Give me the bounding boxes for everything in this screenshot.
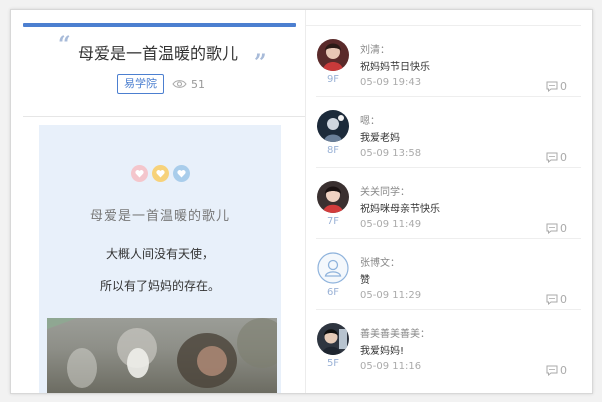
avatar[interactable] — [317, 110, 349, 142]
card-title: 母爱是一首温暖的歌儿 — [89, 209, 230, 224]
reply-button[interactable]: 0 — [546, 293, 567, 306]
category-tag[interactable]: 易学院 — [117, 74, 164, 94]
commenter-name: 嗯： — [360, 116, 380, 127]
comment-item: 5F 善美善美善美： 我爱妈妈! 05-09 11:16 0 — [306, 310, 581, 381]
default-user-icon[interactable] — [317, 252, 349, 284]
card-text-line: 所以有了妈妈的存在。 — [99, 279, 220, 293]
comment-item: 7F 关关同学： 祝妈咪母亲节快乐 05-09 11:49 0 — [306, 168, 581, 239]
view-count-value: 51 — [191, 77, 205, 91]
reply-count: 0 — [560, 151, 567, 164]
cover-photo — [47, 318, 277, 393]
article-window: “ 母爱是一首温暖的歌儿 ” 易学院 51 母爱是一首温暖的歌儿 大概人间没有天… — [10, 9, 593, 394]
avatar[interactable] — [317, 323, 349, 355]
view-count: 51 — [172, 78, 205, 91]
heart-icon — [172, 165, 190, 182]
comment-icon — [546, 365, 558, 376]
reply-button[interactable]: 0 — [546, 80, 567, 93]
eye-icon — [172, 80, 187, 88]
reply-count: 0 — [560, 293, 567, 306]
comment-text: 我爱妈妈! — [360, 346, 405, 357]
article-panel: “ 母爱是一首温暖的歌儿 ” 易学院 51 母爱是一首温暖的歌儿 大概人间没有天… — [11, 10, 305, 393]
heart-icon — [151, 165, 169, 182]
comment-time: 05-09 13:58 — [360, 148, 422, 159]
comment-item: 8F 嗯： 我爱老妈 05-09 13:58 0 — [306, 97, 581, 168]
comment-item: 9F 刘清： 祝妈妈节日快乐 05-09 19:43 0 — [306, 26, 581, 97]
reply-button[interactable]: 0 — [546, 151, 567, 164]
comment-icon — [546, 152, 558, 163]
floor-number: 6F — [326, 287, 340, 298]
floor-number: 5F — [326, 358, 340, 369]
reply-button[interactable]: 0 — [546, 222, 567, 235]
comment-icon — [546, 81, 558, 92]
comment-text: 祝妈妈节日快乐 — [360, 62, 430, 73]
reply-button[interactable]: 0 — [546, 364, 567, 377]
floor-number: 7F — [326, 216, 340, 227]
close-quote-icon: ” — [254, 50, 267, 76]
commenter-name: 关关同学： — [360, 187, 410, 198]
commenter-name: 刘清： — [360, 45, 390, 56]
avatar[interactable] — [317, 39, 349, 71]
comment-time: 05-09 11:49 — [360, 219, 422, 230]
card-text-line: 大概人间没有天使， — [105, 247, 214, 261]
floor-number: 9F — [326, 74, 340, 85]
comment-item: 6F 张博文： 赞 05-09 11:29 0 — [306, 239, 581, 310]
avatar[interactable] — [317, 181, 349, 213]
reply-count: 0 — [560, 222, 567, 235]
heart-icon — [130, 165, 148, 182]
article-meta: 易学院 51 — [117, 73, 205, 95]
comment-time: 05-09 11:16 — [360, 361, 422, 372]
accent-bar — [23, 23, 296, 27]
reply-count: 0 — [560, 80, 567, 93]
comment-time: 05-09 19:43 — [360, 77, 422, 88]
heart-row — [39, 165, 281, 182]
comment-time: 05-09 11:29 — [360, 290, 422, 301]
comment-text: 祝妈咪母亲节快乐 — [360, 204, 440, 215]
article-cover-card: 母爱是一首温暖的歌儿 大概人间没有天使， 所以有了妈妈的存在。 — [39, 125, 281, 393]
comment-text: 赞 — [360, 275, 370, 286]
comment-list: 9F 刘清： 祝妈妈节日快乐 05-09 19:43 0 8F 嗯： 我爱老妈 … — [306, 10, 592, 393]
comment-icon — [546, 223, 558, 234]
divider — [23, 116, 305, 117]
reply-count: 0 — [560, 364, 567, 377]
comment-icon — [546, 294, 558, 305]
commenter-name: 善美善美善美： — [360, 329, 430, 340]
comment-text: 我爱老妈 — [360, 133, 400, 144]
floor-number: 8F — [326, 145, 340, 156]
commenter-name: 张博文： — [360, 258, 400, 269]
